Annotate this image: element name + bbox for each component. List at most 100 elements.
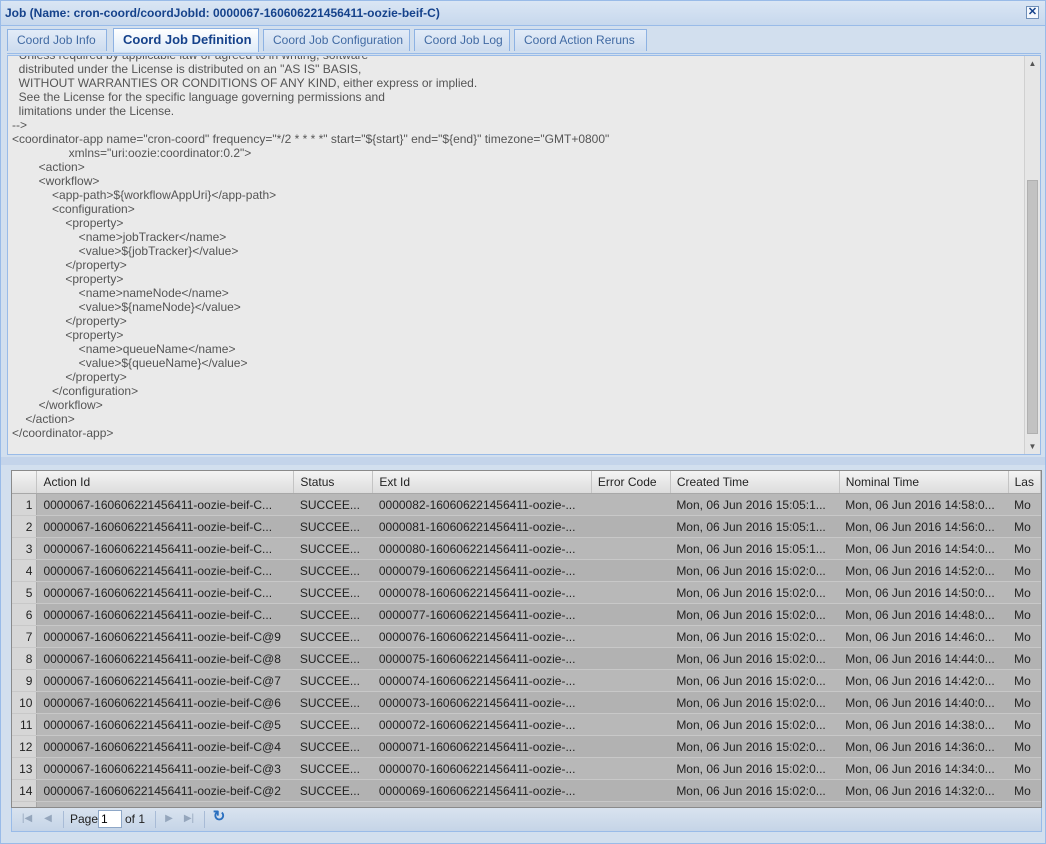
created-time-cell: Mon, 06 Jun 2016 15:05:1...	[670, 515, 840, 538]
table-row[interactable]: 6 0000067-160606221456411-oozie-beif-C...…	[12, 603, 1041, 626]
nominal-time-cell: Mon, 06 Jun 2016 14:40:0...	[839, 691, 1009, 714]
action-id-cell: 0000067-160606221456411-oozie-beif-C@8	[36, 647, 294, 670]
close-icon[interactable]: ✕	[1026, 6, 1039, 19]
table-row[interactable]: 12 0000067-160606221456411-oozie-beif-C@4…	[12, 735, 1041, 758]
last-modified-cell: Mo	[1008, 779, 1041, 802]
error-code-cell	[591, 537, 671, 560]
definition-line: <value>${jobTracker}</value>	[12, 244, 239, 258]
error-code-cell	[591, 625, 671, 648]
definition-line: <property>	[12, 216, 124, 230]
column-header-status[interactable]: Status	[293, 471, 374, 494]
column-header-nominal-time[interactable]: Nominal Time	[839, 471, 1009, 494]
window-title: Job (Name: cron-coord/coordJobId: 000006…	[5, 6, 440, 20]
row-number: 5	[12, 581, 38, 604]
table-row[interactable]: 8 0000067-160606221456411-oozie-beif-C@8 S…	[12, 647, 1041, 670]
definition-line: See the License for the specific languag…	[12, 90, 385, 104]
row-number: 12	[12, 735, 38, 758]
nominal-time-cell: Mon, 06 Jun 2016 14:32:0...	[839, 779, 1009, 802]
page-label: Page	[70, 812, 99, 826]
tab-coord-job-log[interactable]: Coord Job Log	[414, 29, 510, 51]
tab-coord-job-info[interactable]: Coord Job Info	[7, 29, 107, 51]
column-header-created-time[interactable]: Created Time	[670, 471, 840, 494]
grid-header-row: Action Id Status Ext Id Error Code Creat…	[12, 471, 1041, 494]
last-modified-cell: Mo	[1008, 493, 1041, 516]
scroll-thumb[interactable]	[1027, 180, 1038, 434]
definition-line: </property>	[12, 314, 127, 328]
definition-editor[interactable]: Unless required by applicable law or agr…	[7, 55, 1041, 455]
status-cell: SUCCEE...	[293, 779, 373, 802]
last-modified-cell: Mo	[1008, 757, 1041, 780]
action-id-cell: 0000067-160606221456411-oozie-beif-C...	[36, 493, 294, 516]
row-number: 9	[12, 669, 38, 692]
definition-line: <app-path>${workflowAppUri}</app-path>	[12, 188, 277, 202]
nominal-time-cell: Mon, 06 Jun 2016 14:36:0...	[839, 735, 1009, 758]
last-modified-cell: Mo	[1008, 559, 1041, 582]
created-time-cell: Mon, 06 Jun 2016 15:02:0...	[670, 757, 840, 780]
tab-coord-job-configuration[interactable]: Coord Job Configuration	[263, 29, 410, 51]
table-row[interactable]: 2 0000067-160606221456411-oozie-beif-C...…	[12, 515, 1041, 538]
definition-line: limitations under the License.	[12, 104, 175, 118]
page-number-input[interactable]	[98, 810, 122, 828]
definition-line: xmlns="uri:oozie:coordinator:0.2">	[12, 146, 252, 160]
table-row[interactable]: 1 0000067-160606221456411-oozie-beif-C...…	[12, 493, 1041, 516]
table-row[interactable]: 10 0000067-160606221456411-oozie-beif-C@6…	[12, 691, 1041, 714]
created-time-cell: Mon, 06 Jun 2016 15:02:0...	[670, 647, 840, 670]
created-time-cell: Mon, 06 Jun 2016 15:02:0...	[670, 713, 840, 736]
error-code-cell	[591, 669, 671, 692]
action-id-cell: 0000067-160606221456411-oozie-beif-C...	[36, 581, 294, 604]
error-code-cell	[591, 515, 671, 538]
tab-coord-action-reruns[interactable]: Coord Action Reruns	[514, 29, 647, 51]
error-code-cell	[591, 647, 671, 670]
definition-line: </coordinator-app>	[12, 426, 114, 440]
nominal-time-cell: Mon, 06 Jun 2016 14:50:0...	[839, 581, 1009, 604]
ext-id-cell: 0000078-160606221456411-oozie-...	[372, 581, 592, 604]
last-page-icon[interactable]: ▶|	[182, 812, 196, 826]
prev-page-icon[interactable]: ◀	[41, 812, 55, 826]
row-number: 1	[12, 493, 38, 516]
definition-line: <property>	[12, 328, 124, 342]
created-time-cell: Mon, 06 Jun 2016 15:05:1...	[670, 537, 840, 560]
table-row[interactable]: 4 0000067-160606221456411-oozie-beif-C...…	[12, 559, 1041, 582]
table-row[interactable]: 13 0000067-160606221456411-oozie-beif-C@3…	[12, 757, 1041, 780]
ext-id-cell: 0000081-160606221456411-oozie-...	[372, 515, 592, 538]
nominal-time-cell: Mon, 06 Jun 2016 14:46:0...	[839, 625, 1009, 648]
table-row[interactable]: 9 0000067-160606221456411-oozie-beif-C@7 S…	[12, 669, 1041, 692]
definition-line: <property>	[12, 272, 124, 286]
scroll-up-icon[interactable]: ▲	[1025, 56, 1040, 71]
definition-line: <name>nameNode</name>	[12, 286, 229, 300]
action-id-cell: 0000067-160606221456411-oozie-beif-C...	[36, 559, 294, 582]
table-row[interactable]: 11 0000067-160606221456411-oozie-beif-C@5…	[12, 713, 1041, 736]
column-header-last[interactable]: Las	[1008, 471, 1041, 494]
table-row[interactable]: 5 0000067-160606221456411-oozie-beif-C...…	[12, 581, 1041, 604]
status-cell: SUCCEE...	[293, 735, 373, 758]
table-row[interactable]: 14 0000067-160606221456411-oozie-beif-C@2…	[12, 779, 1041, 802]
tab-coord-job-definition[interactable]: Coord Job Definition	[113, 28, 259, 52]
created-time-cell: Mon, 06 Jun 2016 15:02:0...	[670, 581, 840, 604]
panel-splitter[interactable]	[1, 457, 1045, 465]
next-page-icon[interactable]: ▶	[162, 812, 176, 826]
toolbar-separator	[155, 811, 156, 828]
error-code-cell	[591, 713, 671, 736]
toolbar-separator	[204, 811, 205, 828]
window-titlebar[interactable]: Job (Name: cron-coord/coordJobId: 000006…	[1, 1, 1045, 26]
definition-line: <action>	[12, 160, 85, 174]
table-row[interactable]: 3 0000067-160606221456411-oozie-beif-C...…	[12, 537, 1041, 560]
last-modified-cell: Mo	[1008, 691, 1041, 714]
first-page-icon[interactable]: |◀	[20, 812, 34, 826]
definition-line: </workflow>	[12, 398, 103, 412]
column-header-error-code[interactable]: Error Code	[591, 471, 671, 494]
last-modified-cell: Mo	[1008, 537, 1041, 560]
refresh-icon[interactable]: ↻	[212, 809, 226, 824]
status-cell: SUCCEE...	[293, 757, 373, 780]
column-header-ext-id[interactable]: Ext Id	[372, 471, 592, 494]
column-header-action-id[interactable]: Action Id	[36, 471, 295, 494]
definition-line: <coordinator-app name="cron-coord" frequ…	[12, 132, 610, 146]
ext-id-cell: 0000072-160606221456411-oozie-...	[372, 713, 592, 736]
scroll-down-icon[interactable]: ▼	[1025, 439, 1040, 454]
status-cell: SUCCEE...	[293, 603, 373, 626]
editor-scrollbar[interactable]: ▲ ▼	[1024, 56, 1040, 454]
action-id-cell: 0000067-160606221456411-oozie-beif-C...	[36, 515, 294, 538]
table-row[interactable]: 7 0000067-160606221456411-oozie-beif-C@9 S…	[12, 625, 1041, 648]
definition-line: <workflow>	[12, 174, 100, 188]
last-modified-cell: Mo	[1008, 625, 1041, 648]
